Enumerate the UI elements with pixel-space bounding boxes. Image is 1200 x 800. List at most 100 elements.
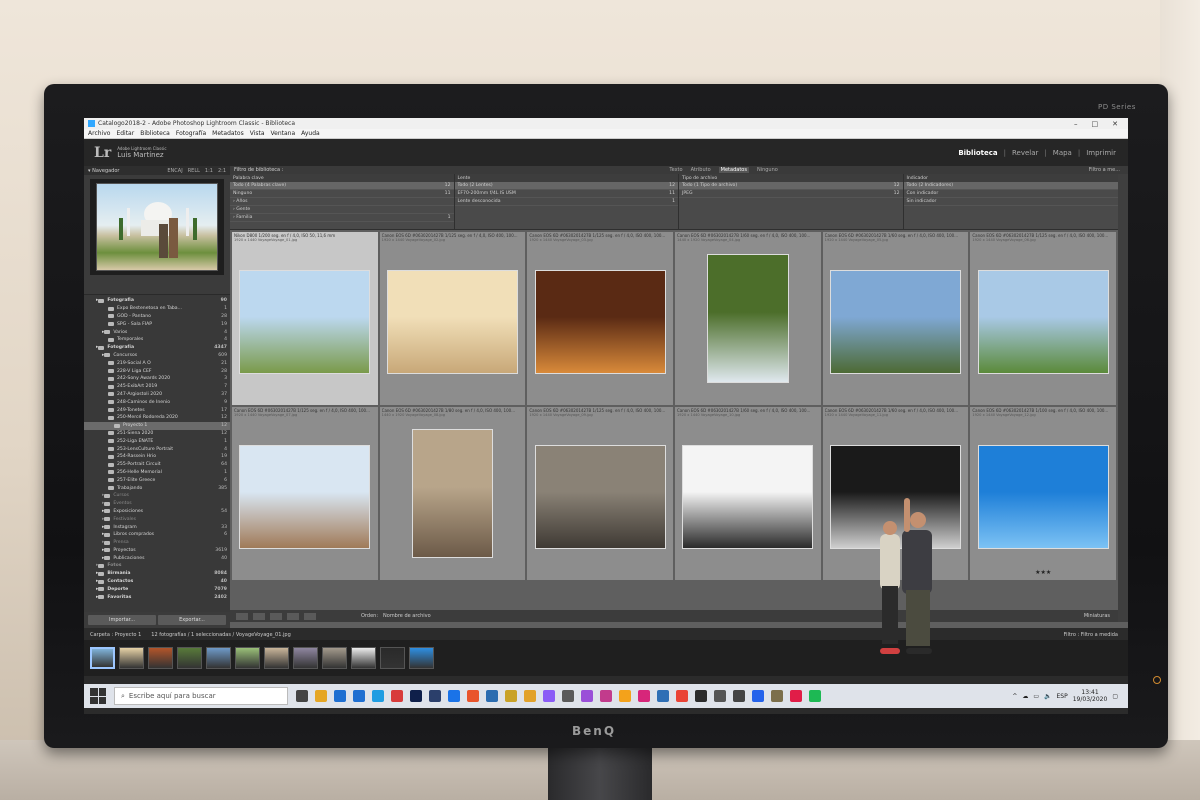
rating-stars[interactable]: ★★★ [970,569,1116,576]
folder-row[interactable]: Proyecto 1 12 [84,421,230,430]
right-panel-collapsed[interactable] [1118,174,1128,622]
taskbar-app-icon[interactable] [429,690,441,702]
filter-row[interactable]: › Familia 1 [230,214,454,222]
thumbnail-image[interactable] [534,445,666,549]
windows-start-icon[interactable] [90,688,106,704]
taskbar-app-icon[interactable] [733,690,745,702]
filter-row[interactable]: Lente desconocida 1 [454,198,678,206]
folder-row[interactable]: ▸ Contactos 40 [84,578,230,586]
folder-row[interactable]: ▸ Libros comprados 6 [84,531,230,539]
filter-row[interactable]: › Gente [230,206,454,214]
filmstrip-thumbnail[interactable] [264,647,289,669]
sort-select[interactable]: Nombre de archivo [383,613,431,619]
volume-icon[interactable]: 🔈 [1044,693,1051,700]
power-button-icon[interactable] [1153,676,1161,684]
maximize-icon[interactable]: □ [1092,120,1099,128]
navigator-zoom-1[interactable]: RELL [188,168,200,174]
taskbar-app-icon[interactable] [771,690,783,702]
thumbnail-image[interactable] [707,254,789,383]
folder-row[interactable]: Temporales 4 [84,336,230,344]
thumbnail-cell[interactable]: Canon EOS 6D #0630201427B 1/60 seg. en f… [675,232,821,405]
folder-row[interactable]: 256-Helle Memorial 1 [84,469,230,477]
cloud-icon[interactable]: ☁ [1022,693,1028,700]
filter-column-header[interactable]: Tipo de archivo [679,174,903,182]
folder-row[interactable]: Trabajando 385 [84,484,230,492]
export-button[interactable]: Exportar... [158,615,226,625]
folder-row[interactable]: 219-Social A O 21 [84,359,230,367]
folder-row[interactable]: ▸ Fotografía 4347 [84,344,230,352]
navigator-zoom-3[interactable]: 2:1 [218,168,226,174]
navigator-header[interactable]: ▾ Navegador ENCAJ RELL 1:1 2:1 [84,166,230,175]
network-icon[interactable]: ▭ [1033,693,1039,700]
taskbar-app-icon[interactable] [524,690,536,702]
folder-row[interactable]: 242-Sony Awards 2020 3 [84,375,230,383]
filter-column-header[interactable]: Indicador [903,174,1127,182]
thumbnail-cell[interactable]: Canon EOS 6D #0630201427B 1/125 seg. en … [232,407,378,580]
taskbar-app-icon[interactable] [714,690,726,702]
people-view-icon[interactable] [304,612,316,620]
thumbnail-image[interactable] [239,445,371,549]
thumbnail-image[interactable] [239,270,371,374]
folder-row[interactable]: 252-Liga ENATE 1 [84,437,230,445]
filter-column-header[interactable]: Palabra clave [230,174,454,182]
folder-row[interactable]: Expo Bestenetosa en Taba... 1 [84,305,230,313]
filter-row[interactable]: Todo (1 Tipo de archivo) 12 [679,182,903,190]
taskbar-app-icon[interactable] [790,690,802,702]
filmstrip-thumbnail[interactable] [119,647,144,669]
menu-item-6[interactable]: Ventana [271,130,296,137]
filmstrip-thumbnail[interactable] [409,647,434,669]
folder-row[interactable]: ▸ Eventos [84,500,230,508]
folder-row[interactable]: ▸ Prensa [84,539,230,547]
folder-row[interactable]: ▸ Publicaciones 40 [84,554,230,562]
minimize-icon[interactable]: – [1074,120,1078,128]
thumbnail-image[interactable] [829,270,962,374]
taskbar-app-icon[interactable] [676,690,688,702]
folder-row[interactable]: ▸ Cursos [84,492,230,500]
filter-row[interactable]: Todo (2 Indicadores)12 [903,182,1127,190]
taskbar-app-icon[interactable] [752,690,764,702]
thumbnail-cell[interactable]: Canon EOS 6D #0630201427B 1/60 seg. en f… [675,407,821,580]
filter-row[interactable]: EF70-200mm f/4L IS USM 11 [454,190,678,198]
thumbnail-cell[interactable]: Canon EOS 6D #0630201427B 1/80 seg. en f… [379,407,526,580]
navigator-zoom-2[interactable]: 1:1 [205,168,213,174]
folder-row[interactable]: 248-Caminos de Inenio 9 [84,398,230,406]
menu-item-7[interactable]: Ayuda [301,130,320,137]
filter-row[interactable]: Todo (4 Palabras clave) 12 [230,182,454,190]
taskbar-app-icon[interactable] [809,690,821,702]
survey-view-icon[interactable] [287,612,299,620]
filmstrip-thumbnail[interactable] [293,647,318,669]
taskbar-app-icon[interactable] [448,690,460,702]
menu-item-1[interactable]: Editar [116,130,134,137]
thumbnail-cell[interactable]: Nikon D800 1/200 seg. en f / 4,0, ISO 50… [232,232,378,405]
filter-row[interactable]: JPEG 12 [679,190,903,198]
filter-row[interactable]: › Años [230,198,454,206]
folder-row[interactable]: 250-Mercé Rodoreda 2020 12 [84,414,230,422]
folder-row[interactable]: ▸ Concursos 609 [84,352,230,360]
loupe-view-icon[interactable] [253,612,265,620]
menu-item-4[interactable]: Metadatos [212,130,244,137]
close-icon[interactable]: ✕ [1112,120,1118,128]
taskbar-app-icon[interactable] [486,690,498,702]
filmstrip-thumbnail[interactable] [380,647,405,669]
taskbar-app-icon[interactable] [353,690,365,702]
menu-item-0[interactable]: Archivo [88,130,110,137]
folder-row[interactable]: 254-Rassein Hrio 19 [84,453,230,461]
thumbnail-cell[interactable]: Canon EOS 6D #0630201427B 1/60 seg. en f… [822,232,969,405]
taskbar-app-icon[interactable] [334,690,346,702]
thumbnail-image[interactable] [534,270,666,374]
taskbar-app-icon[interactable] [619,690,631,702]
module-2[interactable]: Mapa [1053,149,1072,157]
folder-row[interactable]: ▸ Festivales [84,515,230,523]
taskbar-app-icon[interactable] [562,690,574,702]
filter-row[interactable]: Ninguno 11 [230,190,454,198]
filter-tab-2[interactable]: Metadatos [718,167,749,173]
language-indicator[interactable]: ESP [1057,693,1068,700]
module-1[interactable]: Revelar [1012,149,1038,157]
folder-row[interactable]: 245-ExibArt 2019 7 [84,383,230,391]
taskbar-app-icon[interactable] [410,690,422,702]
thumbnail-image[interactable] [977,270,1109,374]
taskbar-app-icon[interactable] [543,690,555,702]
folder-row[interactable]: ▸ Fotografia 90 [84,297,230,305]
thumbnail-image[interactable] [977,445,1109,549]
filter-row[interactable]: Todo (2 Lentes) 12 [454,182,678,190]
